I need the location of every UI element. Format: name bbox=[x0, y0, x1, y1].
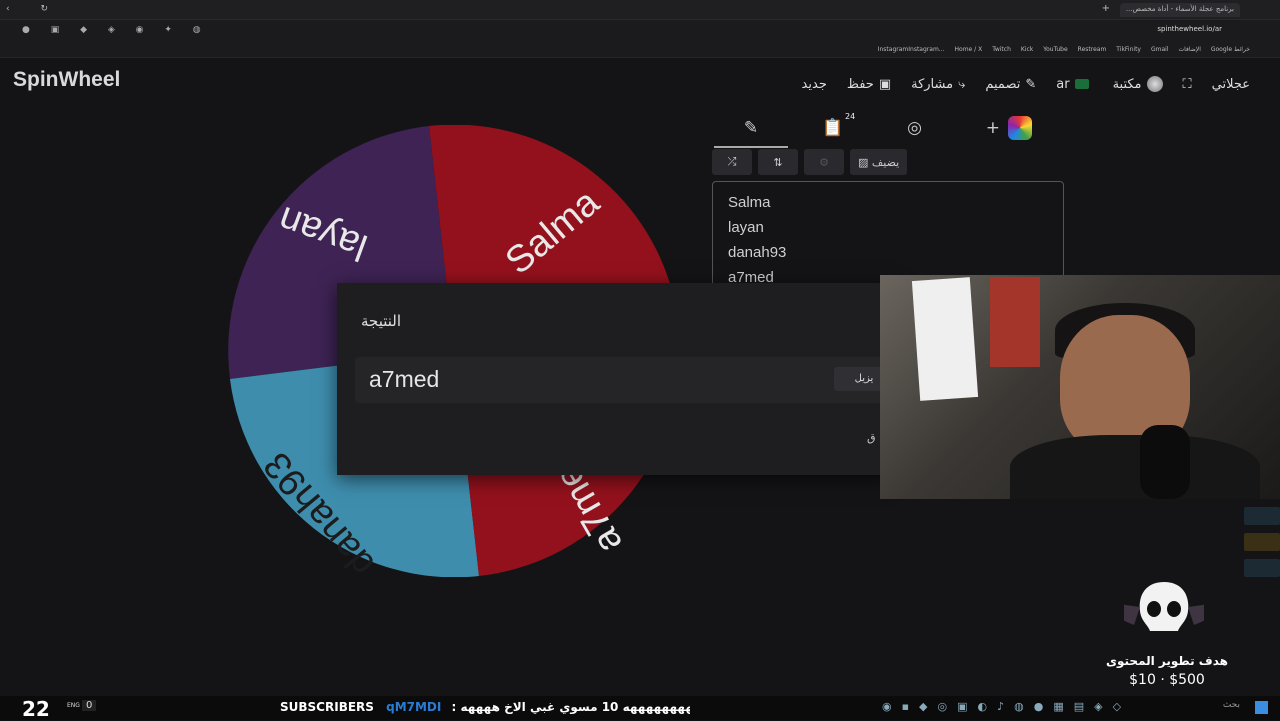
crown-icon bbox=[1244, 533, 1280, 551]
close-dialog-button[interactable]: ق bbox=[867, 431, 876, 444]
bookmark-item[interactable]: TikFinity bbox=[1116, 46, 1141, 53]
add-image-button[interactable]: ▨ يضيف bbox=[850, 149, 908, 175]
chat-ticker: SUBSCRIBERS qM7MDI : ههههههههههههههههههه… bbox=[280, 700, 690, 714]
wall-poster bbox=[911, 277, 979, 401]
results-tab[interactable]: 📋 24 bbox=[822, 112, 855, 138]
bookmark-item[interactable]: InstagramInstagram... bbox=[878, 46, 945, 53]
site-logo[interactable]: SpinWheel bbox=[13, 68, 120, 92]
bookmarks-bar: InstagramInstagram... Home / X Twitch Ki… bbox=[0, 42, 1280, 58]
ticker-username: qM7MDI bbox=[386, 700, 442, 714]
add-image-label: يضيف bbox=[871, 155, 900, 169]
result-dialog: النتيجة a7med يزيل ق bbox=[337, 283, 897, 475]
library-button[interactable]: مكتبة bbox=[1113, 76, 1163, 92]
bookmark-item[interactable]: الإضافات bbox=[1179, 46, 1201, 53]
pencil-icon: ✎ bbox=[1025, 76, 1037, 92]
extension-icons[interactable]: ● ▣ ◆ ◈ ◉ ✦ ◍ bbox=[22, 25, 210, 35]
hide-tab[interactable]: ◎ bbox=[907, 118, 922, 138]
result-box: a7med bbox=[355, 357, 895, 403]
window-controls[interactable]: ‹ ↻ bbox=[6, 4, 62, 14]
share-button[interactable]: ⤷ مشاركة bbox=[911, 77, 965, 92]
ticker-message: : ههههههههههههههههههههه 10 مسوي غبي الاخ… bbox=[451, 700, 690, 714]
taskbar-app-icons[interactable]: ◉▪◆◎▣◐♪◍●▦▤◈◇ bbox=[882, 700, 1131, 713]
streamer-body bbox=[1010, 435, 1260, 499]
save-icon: ▣ bbox=[878, 76, 892, 92]
bookmark-item[interactable]: YouTube bbox=[1043, 46, 1067, 53]
edit-tab[interactable]: ✎ bbox=[713, 118, 789, 148]
taskbar: 22 ENG 0 SUBSCRIBERS qM7MDI : هههههههههه… bbox=[0, 696, 1280, 721]
language-label: ar bbox=[1056, 76, 1070, 92]
new-label: جديد bbox=[801, 76, 827, 92]
image-icon: ▨ bbox=[858, 155, 872, 169]
goal-title: هدف تطوير المحتوى bbox=[1106, 654, 1228, 668]
dialog-title: النتيجة bbox=[361, 312, 402, 330]
color-wheel-icon bbox=[1008, 116, 1033, 140]
browser-tabstrip: ‹ ↻ + برنامج عجلة الأسماء - أداة مخصص... bbox=[0, 0, 1280, 20]
donation-goal: هدف تطوير المحتوى $10 · $500 bbox=[1062, 577, 1272, 692]
windows-start-icon[interactable] bbox=[1255, 701, 1268, 714]
wall-poster bbox=[990, 277, 1040, 367]
shuffle-icon: ⤮ bbox=[727, 155, 737, 168]
goal-amount: $10 · $500 bbox=[1129, 672, 1205, 688]
bookmark-item[interactable]: Google خرائط bbox=[1211, 46, 1250, 53]
microphone bbox=[1140, 425, 1190, 499]
bookmark-item[interactable]: Gmail bbox=[1151, 46, 1169, 53]
share-icon: ⤷ bbox=[958, 76, 966, 92]
entry-line: danah93 bbox=[728, 244, 787, 261]
taskbar-search[interactable]: بحث bbox=[1223, 700, 1240, 710]
eye-off-icon: ◎ bbox=[907, 118, 922, 138]
sort-icon: ⇅ bbox=[773, 155, 783, 169]
webcam-overlay bbox=[880, 275, 1280, 499]
library-icon bbox=[1146, 76, 1163, 92]
notification-count: 0 bbox=[82, 700, 97, 711]
winner-name: a7med bbox=[369, 366, 440, 392]
new-tab-button[interactable]: + bbox=[1102, 3, 1110, 14]
gear-icon: ⚙ bbox=[819, 155, 829, 169]
settings-button[interactable]: ⚙ bbox=[804, 149, 844, 175]
bookmark-item[interactable]: Kick bbox=[1021, 46, 1033, 53]
tab-title: برنامج عجلة الأسماء - أداة مخصص... bbox=[1125, 5, 1234, 13]
new-button[interactable]: جديد bbox=[802, 77, 827, 92]
input-language[interactable]: ENG bbox=[67, 702, 80, 709]
fullscreen-button[interactable]: ⛶ bbox=[1183, 77, 1192, 92]
design-label: تصميم bbox=[985, 76, 1021, 92]
badge-icon bbox=[1244, 507, 1280, 525]
stream-side-badges bbox=[1244, 507, 1280, 577]
subscribers-label: SUBSCRIBERS bbox=[280, 700, 374, 714]
bookmark-item[interactable]: Home / X bbox=[955, 46, 983, 53]
skull-bat-icon bbox=[1124, 582, 1204, 631]
editor-tabs: ✎ 📋 24 ◎ + bbox=[712, 108, 1064, 148]
add-wheel-button[interactable]: + bbox=[985, 116, 1033, 140]
address-bar[interactable]: spinthewheel.io/ar bbox=[1157, 25, 1222, 33]
my-wheels-label: عجلاتي bbox=[1211, 76, 1250, 92]
entry-actions: ⤮ ⇅ ⚙ ▨ يضيف bbox=[712, 149, 908, 175]
flag-icon bbox=[1074, 79, 1089, 89]
language-selector[interactable]: ar bbox=[1056, 77, 1092, 92]
design-button[interactable]: ✎ تصميم bbox=[985, 77, 1036, 92]
badge-icon bbox=[1244, 559, 1280, 577]
viewer-counter: 22 bbox=[22, 697, 50, 721]
save-label: حفظ bbox=[846, 76, 874, 92]
bookmark-item[interactable]: Restream bbox=[1078, 46, 1107, 53]
fullscreen-icon: ⛶ bbox=[1182, 76, 1192, 92]
share-label: مشاركة bbox=[911, 76, 954, 92]
entries-count-badge: 24 bbox=[845, 112, 856, 121]
bookmark-item[interactable]: Twitch bbox=[992, 46, 1011, 53]
my-wheels-button[interactable]: عجلاتي bbox=[1212, 77, 1250, 92]
clipboard-icon: 📋 bbox=[822, 118, 844, 138]
sort-button[interactable]: ⇅ bbox=[758, 149, 798, 175]
browser-tab[interactable]: برنامج عجلة الأسماء - أداة مخصص... bbox=[1120, 3, 1240, 17]
entry-line: Salma bbox=[728, 194, 771, 211]
save-button[interactable]: ▣ حفظ bbox=[847, 77, 891, 92]
library-label: مكتبة bbox=[1112, 76, 1142, 92]
plus-icon: + bbox=[985, 118, 1001, 138]
top-navigation: عجلاتي ⛶ مكتبة ar ✎ تصميم ⤷ مشاركة ▣ حفظ جد… bbox=[802, 76, 1250, 92]
pencil-icon: ✎ bbox=[743, 118, 759, 138]
entry-line: layan bbox=[728, 219, 764, 236]
browser-toolbar: ● ▣ ◆ ◈ ◉ ✦ ◍ spinthewheel.io/ar bbox=[0, 20, 1280, 42]
shuffle-button[interactable]: ⤮ bbox=[712, 149, 752, 175]
